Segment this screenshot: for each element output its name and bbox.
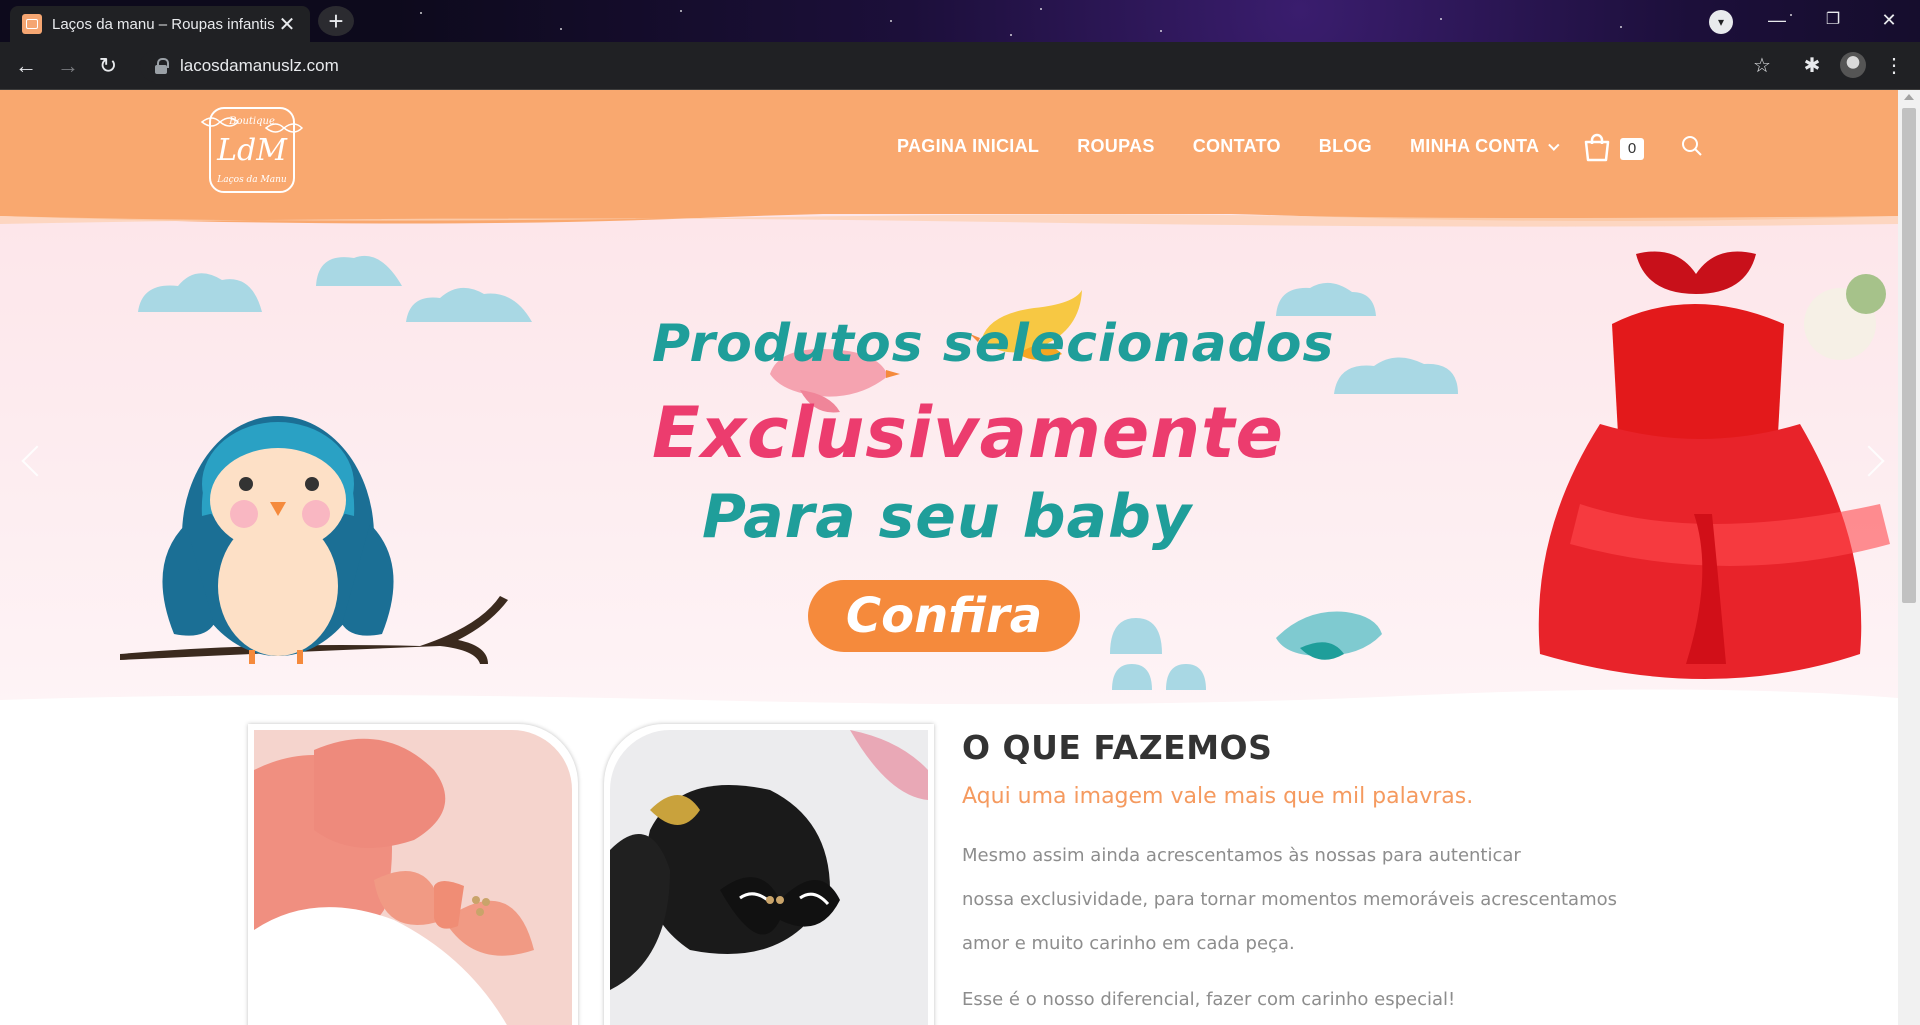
nav-link-contato[interactable]: CONTATO — [1193, 136, 1281, 157]
bookmark-star-icon[interactable]: ☆ — [1748, 52, 1776, 80]
forward-arrow-icon[interactable]: → — [54, 52, 82, 80]
hero-headline-3: Para seu baby — [702, 482, 1193, 552]
nav-link-minha-conta[interactable]: MINHA CONTA — [1409, 136, 1560, 157]
page-viewport: Boutique LdM Laços da Manu PAGINA INICIA… — [0, 90, 1898, 1025]
lock-icon[interactable] — [154, 58, 170, 74]
scroll-up-arrow-icon[interactable] — [1904, 94, 1914, 100]
pink-shoes-image — [254, 730, 572, 1025]
browser-tab-active[interactable]: Laços da manu – Roupas infantis ✕ — [10, 6, 310, 42]
browser-tab-strip: Laços da manu – Roupas infantis ✕ + ▾ — … — [0, 0, 1920, 42]
hero-headline-1: Produtos selecionados — [652, 314, 1335, 374]
hero-slide-content: Produtos selecionados Exclusivamente Par… — [0, 214, 1898, 714]
reload-icon[interactable]: ↻ — [94, 52, 122, 80]
product-photo-pink-shoes[interactable] — [248, 724, 578, 1025]
tab-close-icon[interactable]: ✕ — [276, 12, 298, 37]
address-bar[interactable]: lacosdamanuslz.com — [140, 50, 1770, 82]
logo-text-bottom: Laços da Manu — [216, 175, 287, 185]
product-photo-black-shoes[interactable] — [604, 724, 934, 1025]
about-section: O QUE FAZEMOS Aqui uma imagem vale mais … — [0, 714, 1898, 1025]
nav-link-roupas[interactable]: ROUPAS — [1077, 136, 1154, 157]
shopping-bag-icon[interactable] — [1582, 132, 1612, 162]
browser-toolbar: ← → ↻ lacosdamanuslz.com ☆ ✱ ⋮ — [0, 42, 1920, 90]
nav-link-pagina-inicial[interactable]: PAGINA INICIAL — [897, 136, 1039, 157]
search-icon[interactable] — [1680, 134, 1704, 158]
site-header: Boutique LdM Laços da Manu PAGINA INICIA… — [0, 90, 1898, 214]
about-paragraph-line: Mesmo assim ainda acrescentamos às nossa… — [962, 845, 1521, 866]
window-restore-button[interactable]: ❐ — [1810, 4, 1856, 36]
black-shoes-image — [610, 730, 928, 1025]
tab-search-icon[interactable]: ▾ — [1709, 10, 1733, 34]
site-favicon-icon — [22, 14, 42, 34]
cart-count-badge[interactable]: 0 — [1620, 138, 1644, 160]
page-scrollbar[interactable] — [1898, 90, 1920, 1025]
chevron-down-icon — [1548, 139, 1560, 151]
logo-text-top: Boutique — [228, 116, 275, 127]
window-close-button[interactable]: ✕ — [1866, 4, 1912, 36]
back-arrow-icon[interactable]: ← — [12, 52, 40, 80]
boutique-logo[interactable]: Boutique LdM Laços da Manu — [200, 98, 304, 202]
nav-link-blog[interactable]: BLOG — [1319, 136, 1372, 157]
hero-bottom-wave — [0, 689, 1898, 714]
tab-title: Laços da manu – Roupas infantis — [52, 15, 275, 33]
about-title: O QUE FAZEMOS — [962, 728, 1273, 767]
logo-monogram: LdM — [216, 133, 288, 168]
about-paragraph: Mesmo assim ainda acrescentamos às nossa… — [962, 834, 1662, 966]
window-minimize-button[interactable]: — — [1754, 4, 1800, 36]
hero-confira-button[interactable]: Confira — [808, 580, 1080, 652]
about-subtitle: Aqui uma imagem vale mais que mil palavr… — [962, 784, 1474, 809]
hero-headline-2: Exclusivamente — [652, 392, 1285, 474]
profile-avatar[interactable] — [1840, 52, 1866, 78]
url-text: lacosdamanuslz.com — [180, 56, 339, 75]
nav-link-minha-conta-label: MINHA CONTA — [1409, 136, 1540, 156]
browser-menu-icon[interactable]: ⋮ — [1880, 52, 1908, 80]
about-paragraph-line: amor e muito carinho em cada peça. — [962, 933, 1295, 954]
about-paragraph-line: nossa exclusividade, para tornar momento… — [962, 889, 1618, 910]
new-tab-button[interactable]: + — [318, 6, 354, 36]
hero-slider: Produtos selecionados Exclusivamente Par… — [0, 214, 1898, 714]
main-navigation: PAGINA INICIAL ROUPAS CONTATO BLOG MINHA… — [897, 136, 1560, 157]
scrollbar-thumb[interactable] — [1902, 108, 1916, 603]
extensions-puzzle-icon[interactable]: ✱ — [1798, 52, 1826, 80]
about-paragraph-2: Esse é o nosso diferencial, fazer com ca… — [962, 989, 1456, 1010]
